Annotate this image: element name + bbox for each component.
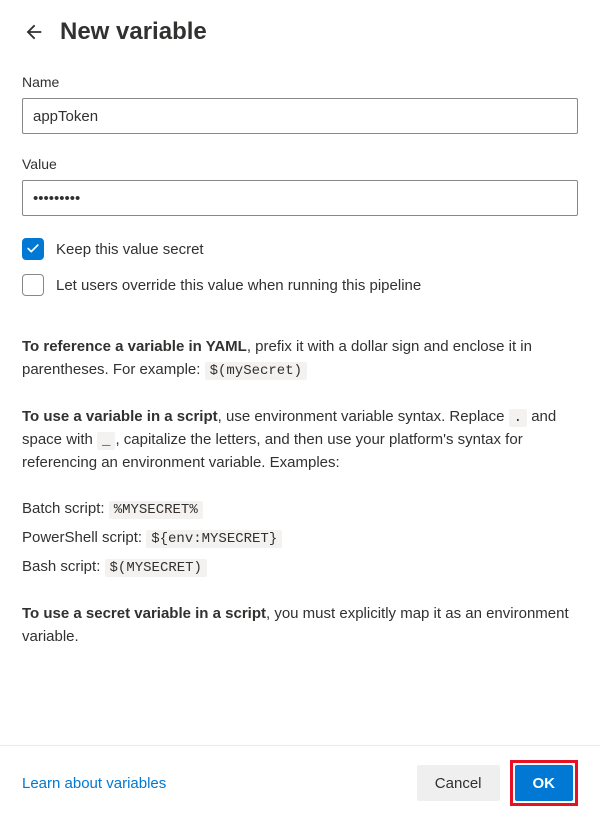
help-examples: Batch script: %MYSECRET% PowerShell scri… — [22, 498, 578, 579]
help-secret-bold: To use a secret variable in a script — [22, 605, 266, 622]
help-script-code2: _ — [97, 432, 115, 450]
example-powershell: PowerShell script: ${env:MYSECRET} — [22, 527, 578, 550]
ok-button[interactable]: OK — [515, 765, 574, 801]
panel-header: New variable — [22, 18, 578, 46]
panel-footer: Learn about variables Cancel OK — [0, 745, 600, 824]
batch-code: %MYSECRET% — [109, 501, 203, 519]
help-secret-para: To use a secret variable in a script, yo… — [22, 603, 578, 648]
checkbox-group: Keep this value secret Let users overrid… — [22, 238, 578, 296]
keep-secret-label: Keep this value secret — [56, 241, 204, 258]
help-script-seg1: , use environment variable syntax. Repla… — [218, 408, 509, 425]
value-label: Value — [22, 156, 578, 172]
example-batch: Batch script: %MYSECRET% — [22, 498, 578, 521]
back-arrow-icon[interactable] — [22, 20, 46, 44]
batch-label: Batch script: — [22, 500, 109, 517]
help-yaml-para: To reference a variable in YAML, prefix … — [22, 336, 578, 382]
allow-override-checkbox[interactable] — [22, 274, 44, 296]
learn-more-link[interactable]: Learn about variables — [22, 775, 166, 792]
value-input[interactable] — [22, 180, 578, 216]
bash-code: $(MYSECRET) — [105, 559, 207, 577]
help-script-bold: To use a variable in a script — [22, 408, 218, 425]
keep-secret-row: Keep this value secret — [22, 238, 578, 260]
name-field: Name — [22, 74, 578, 134]
value-field: Value — [22, 156, 578, 216]
new-variable-panel: New variable Name Value Keep this value … — [0, 0, 600, 824]
ps-label: PowerShell script: — [22, 529, 146, 546]
example-bash: Bash script: $(MYSECRET) — [22, 556, 578, 579]
keep-secret-checkbox[interactable] — [22, 238, 44, 260]
allow-override-row: Let users override this value when runni… — [22, 274, 578, 296]
bash-label: Bash script: — [22, 558, 105, 575]
help-script-code1: . — [509, 409, 527, 427]
panel-title: New variable — [60, 18, 207, 46]
name-input[interactable] — [22, 98, 578, 134]
help-text-block: To reference a variable in YAML, prefix … — [22, 336, 578, 648]
panel-content: New variable Name Value Keep this value … — [0, 0, 600, 745]
help-script-para: To use a variable in a script, use envir… — [22, 406, 578, 475]
help-yaml-code: $(mySecret) — [205, 362, 307, 380]
ps-code: ${env:MYSECRET} — [146, 530, 282, 548]
cancel-button[interactable]: Cancel — [417, 765, 500, 801]
allow-override-label: Let users override this value when runni… — [56, 277, 421, 294]
ok-button-highlight: OK — [510, 760, 579, 806]
name-label: Name — [22, 74, 578, 90]
help-yaml-bold: To reference a variable in YAML — [22, 338, 247, 355]
